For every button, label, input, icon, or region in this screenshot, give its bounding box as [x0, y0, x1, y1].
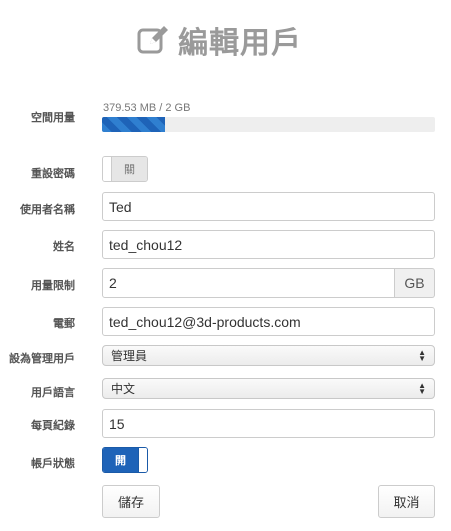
quota-label: 用量限制 [31, 280, 75, 292]
language-select[interactable]: 中文 ▲ ▼ [102, 378, 435, 399]
username-field[interactable]: Ted [102, 192, 435, 221]
full-name-field[interactable]: ted_chou12 [102, 230, 435, 259]
toggle-knob [103, 157, 112, 181]
admin-select[interactable]: 管理員 ▲ ▼ [102, 345, 435, 366]
reset-password-toggle[interactable]: 關 [102, 156, 148, 182]
page-title: 編輯用戶 [136, 20, 302, 60]
toggle-state-label: 關 [112, 157, 147, 181]
quota-field[interactable]: 2 [102, 268, 395, 298]
cancel-button[interactable]: 取消 [378, 485, 435, 518]
save-button[interactable]: 儲存 [102, 485, 160, 518]
select-arrows-icon: ▲ ▼ [418, 380, 426, 396]
language-label: 用戶語言 [31, 387, 75, 399]
username-label: 使用者名稱 [20, 204, 75, 216]
storage-progress-bar [102, 117, 435, 132]
admin-select-value: 管理員 [111, 349, 148, 363]
full-name-label: 姓名 [53, 241, 75, 253]
quota-input-group: 2 GB [102, 268, 435, 298]
storage-label: 空間用量 [31, 112, 75, 124]
storage-usage-text: 379.53 MB / 2 GB [103, 102, 191, 114]
records-per-page-field[interactable]: 15 [102, 409, 435, 438]
account-status-label: 帳戶狀態 [31, 458, 75, 470]
toggle-state-label: 開 [103, 448, 138, 472]
storage-progress-fill [102, 117, 166, 132]
select-arrows-icon: ▲ ▼ [418, 347, 426, 363]
account-status-toggle[interactable]: 開 [102, 447, 148, 473]
edit-icon [137, 26, 168, 54]
toggle-knob [138, 448, 147, 472]
language-select-value: 中文 [111, 382, 136, 396]
email-label: 電郵 [53, 318, 75, 330]
records-per-page-label: 每頁紀錄 [31, 420, 75, 432]
reset-password-label: 重設密碼 [31, 168, 75, 180]
quota-unit-addon: GB [395, 268, 435, 298]
admin-label: 設為管理用戶 [9, 353, 75, 365]
email-field[interactable]: ted_chou12@3d-products.com [102, 307, 435, 336]
page-title-text: 編輯用戶 [178, 27, 302, 60]
